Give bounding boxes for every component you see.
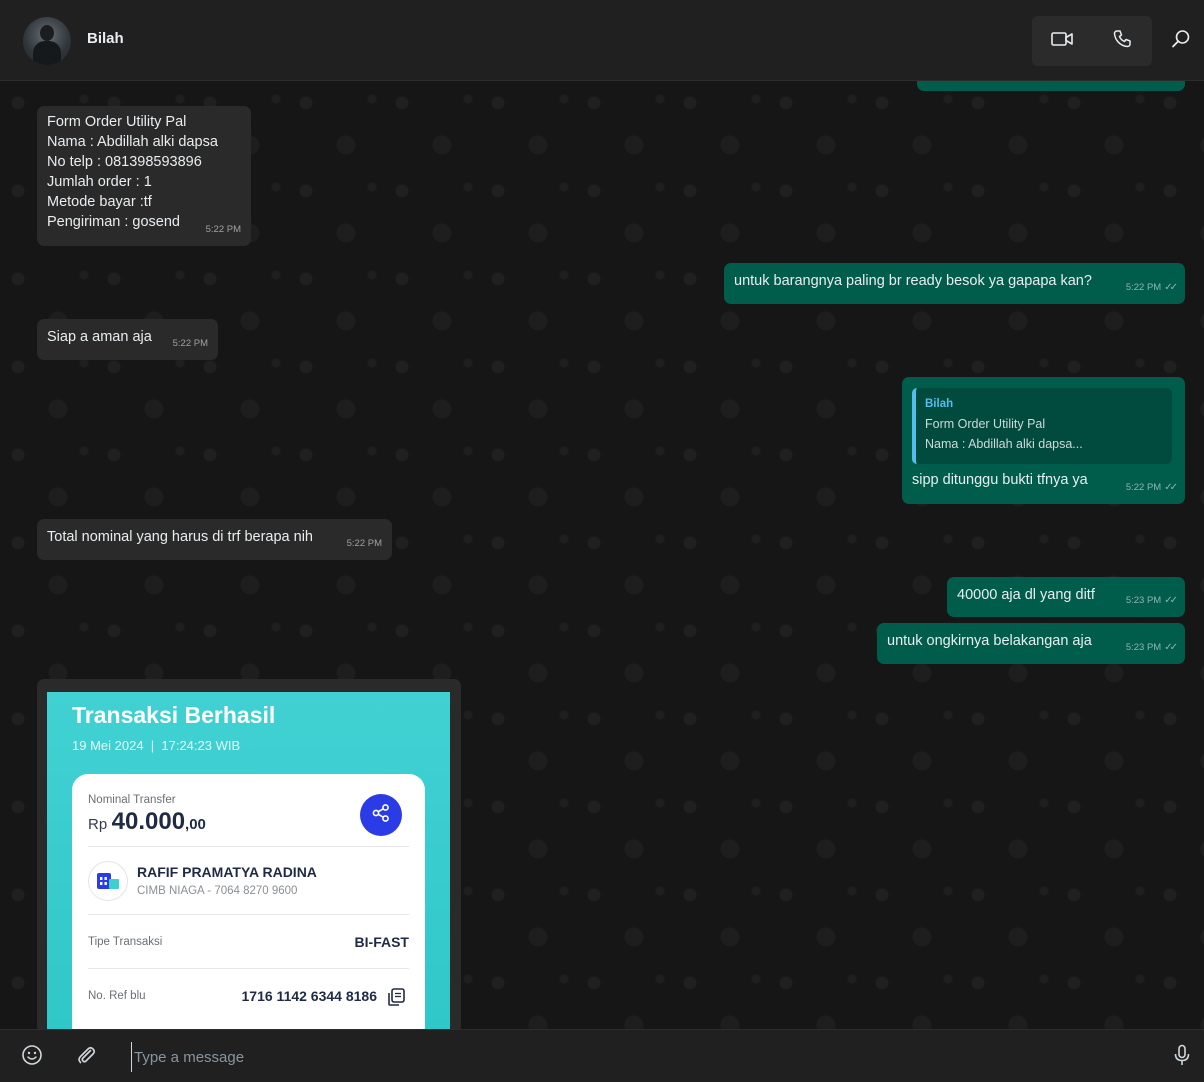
video-camera-icon [1051,30,1073,53]
message-bubble-outgoing[interactable]: untuk barangnya paling br ready besok ya… [724,263,1185,304]
image-message[interactable]: Transaksi Berhasil 19 Mei 2024 | 17:24:2… [37,679,461,1029]
message-composer [0,1029,1204,1082]
receipt-title: Transaksi Berhasil [72,702,276,728]
message-bubble-outgoing[interactable]: 40000 aja dl yang ditf 5:23 PM ✓✓ [947,577,1185,617]
ref-number-value: 1716 1142 6344 8186 [241,988,377,1004]
divider [88,914,409,915]
message-time: 5:22 PM [205,224,241,235]
recipient-name: RAFIF PRAMATYA RADINA [137,864,317,880]
message-time: 5:22 PM [1125,482,1162,493]
chat-area[interactable]: Form Order Utility Pal Nama : Abdillah a… [0,81,1204,1029]
message-bubble-incoming[interactable]: Total nominal yang harus di trf berapa n… [37,519,392,560]
nominal-label: Nominal Transfer [88,794,176,806]
currency: Rp [88,816,108,833]
avatar-body [33,41,61,65]
double-check-icon: ✓✓ [1164,642,1178,653]
search-icon [1171,29,1191,54]
transfer-amount: Rp 40.000,00 [88,808,206,836]
phone-icon [1112,29,1132,54]
double-check-icon: ✓✓ [1164,595,1178,606]
message-bubble-outgoing-reply[interactable]: Bilah Form Order Utility Pal Nama : Abdi… [902,377,1185,504]
message-bubble-incoming[interactable]: Form Order Utility Pal Nama : Abdillah a… [37,106,251,246]
message-bubble-partial [917,81,1185,91]
transfer-receipt-image[interactable]: Transaksi Berhasil 19 Mei 2024 | 17:24:2… [47,692,450,1029]
receipt-card: Nominal Transfer Rp 40.000,00 RAFIF PRAM… [72,774,425,1029]
quoted-line: Nama : Abdillah alki dapsa... [925,437,1083,451]
transaction-type-value: BI-FAST [354,934,409,950]
copy-icon [386,987,406,1012]
quoted-line: Form Order Utility Pal [925,417,1046,431]
emoji-button[interactable] [18,1043,46,1071]
share-icon [371,803,391,828]
recipient-bank-account: CIMB NIAGA - 7064 8270 9600 [137,885,298,897]
avatar-head [40,25,54,41]
quoted-author: Bilah [925,398,954,410]
attach-button[interactable] [72,1043,100,1071]
contact-name[interactable]: Bilah [87,30,124,47]
share-button [360,794,402,836]
message-text: sipp ditunggu bukti tfnya ya [912,472,1088,488]
message-bubble-incoming[interactable]: Siap a aman aja 5:22 PM [37,319,218,360]
message-meta: 5:22 PM ✓✓ [1125,278,1178,298]
paperclip-icon [75,1044,97,1071]
quoted-message[interactable]: Bilah Form Order Utility Pal Nama : Abdi… [912,388,1172,464]
amount-value: 40.000 [111,808,186,835]
message-meta: 5:23 PM ✓✓ [1125,638,1178,658]
message-input[interactable] [131,1042,1146,1072]
video-call-button[interactable] [1032,16,1092,66]
message-bubble-outgoing[interactable]: untuk ongkirnya belakangan aja 5:23 PM ✓✓ [877,623,1185,664]
double-check-icon: ✓✓ [1164,482,1178,493]
microphone-icon [1172,1044,1192,1071]
voice-message-button[interactable] [1168,1043,1196,1071]
divider [88,968,409,969]
double-check-icon: ✓✓ [1164,282,1178,293]
search-button[interactable] [1166,26,1196,56]
message-time: 5:22 PM [1125,282,1162,293]
message-time: 5:22 PM [172,338,208,349]
divider [88,846,409,847]
message-text: Form Order Utility Pal Nama : Abdillah a… [47,114,218,230]
receipt-date: 19 Mei 2024 | 17:24:23 WIB [72,738,241,753]
message-text: untuk barangnya paling br ready besok ya… [734,273,1092,289]
emoji-icon [21,1044,43,1071]
voice-call-button[interactable] [1092,16,1152,66]
call-button-group [1032,16,1152,66]
chat-header: Bilah [0,0,1204,81]
message-meta: 5:22 PM ✓✓ [1125,478,1178,498]
ref-number-label: No. Ref blu [88,990,146,1002]
message-time: 5:23 PM [1125,642,1162,653]
bank-logo [88,861,128,901]
message-text: Total nominal yang harus di trf berapa n… [47,529,313,545]
amount-decimal: ,00 [185,816,206,833]
message-meta: 5:23 PM ✓✓ [1125,591,1178,611]
contact-avatar[interactable] [23,17,71,65]
message-time: 5:23 PM [1125,595,1162,606]
message-time: 5:22 PM [346,538,382,549]
transaction-type-label: Tipe Transaksi [88,936,163,948]
